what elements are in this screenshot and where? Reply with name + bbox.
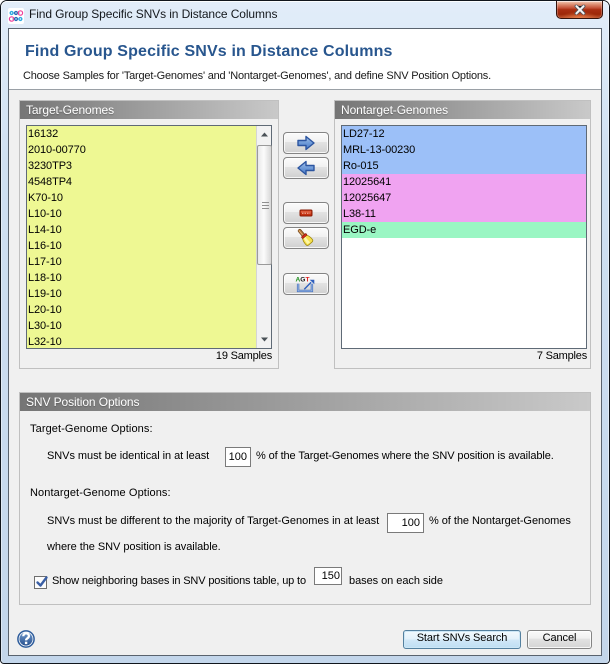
svg-text:T: T xyxy=(306,276,310,283)
